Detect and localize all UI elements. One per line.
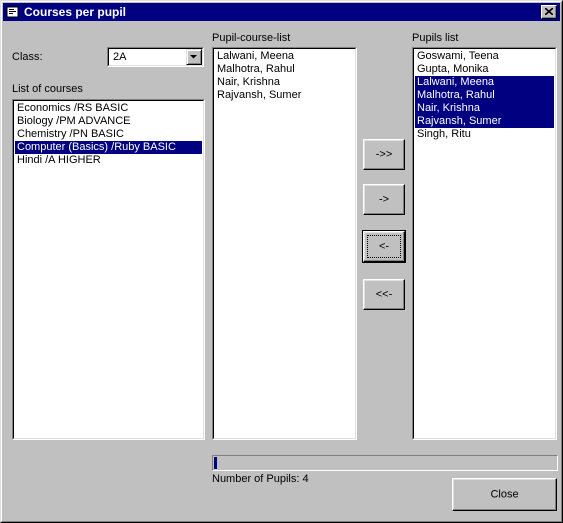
list-item[interactable]: Nair, Krishna <box>215 76 354 89</box>
close-button[interactable]: Close <box>452 478 557 511</box>
list-item[interactable]: Malhotra, Rahul <box>215 63 354 76</box>
courses-label: List of courses <box>12 83 83 95</box>
app-icon <box>6 5 20 19</box>
list-item[interactable]: Chemistry /PN BASIC <box>15 128 202 141</box>
close-icon <box>545 8 553 15</box>
dialog-window: Courses per pupil Class: 2A List of cour… <box>0 0 563 523</box>
pupil-course-list-label: Pupil-course-list <box>212 32 291 44</box>
add-one-label: -> <box>378 193 390 205</box>
list-item[interactable]: Computer (Basics) /Ruby BASIC <box>15 141 202 154</box>
remove-all-button[interactable]: <<- <box>363 279 405 310</box>
remove-all-label: <<- <box>375 288 393 300</box>
courses-list: Economics /RS BASIC Biology /PM ADVANCE Ch… <box>15 102 202 167</box>
courses-listbox[interactable]: Economics /RS BASIC Biology /PM ADVANCE Ch… <box>12 99 205 440</box>
class-label: Class: <box>12 51 43 63</box>
title-bar[interactable]: Courses per pupil <box>3 3 560 21</box>
remove-one-button[interactable]: <- <box>362 230 406 263</box>
close-window-button[interactable] <box>541 5 557 19</box>
list-item[interactable]: Singh, Ritu <box>415 128 554 141</box>
list-item[interactable]: Lalwani, Meena <box>215 50 354 63</box>
list-item[interactable]: Malhotra, Rahul <box>415 89 554 102</box>
list-item[interactable]: Goswami, Teena <box>415 50 554 63</box>
list-item[interactable]: Economics /RS BASIC <box>15 102 202 115</box>
pupils-listbox[interactable]: Goswami, Teena Gupta, Monika Lalwani, Meen… <box>412 47 557 440</box>
list-item[interactable]: Gupta, Monika <box>415 63 554 76</box>
pupils-list: Goswami, Teena Gupta, Monika Lalwani, Meen… <box>415 50 554 141</box>
pupil-course-list: Lalwani, Meena Malhotra, Rahul Nair, Krish… <box>215 50 354 102</box>
list-item[interactable]: Lalwani, Meena <box>415 76 554 89</box>
remove-one-label: <- <box>378 240 390 252</box>
class-combobox[interactable]: 2A <box>107 47 204 67</box>
add-one-button[interactable]: -> <box>363 184 405 215</box>
window-title: Courses per pupil <box>24 5 127 19</box>
list-item[interactable]: Hindi /A HIGHER <box>15 154 202 167</box>
close-button-label: Close <box>490 488 519 500</box>
list-item[interactable]: Nair, Krishna <box>415 102 554 115</box>
chevron-down-icon <box>190 55 197 59</box>
class-dropdown-button[interactable] <box>186 49 202 65</box>
list-item[interactable]: Biology /PM ADVANCE <box>15 115 202 128</box>
list-item[interactable]: Rajvansh, Sumer <box>215 89 354 102</box>
pupil-course-listbox[interactable]: Lalwani, Meena Malhotra, Rahul Nair, Krish… <box>212 47 357 440</box>
pupil-count-text: Number of Pupils: 4 <box>212 473 309 485</box>
list-item[interactable]: Rajvansh, Sumer <box>415 115 554 128</box>
add-all-button[interactable]: ->> <box>363 139 405 170</box>
pupils-list-label: Pupils list <box>412 32 459 44</box>
class-combobox-value: 2A <box>113 51 127 63</box>
add-all-label: ->> <box>375 148 393 160</box>
progress-bar <box>212 455 558 471</box>
progress-fill <box>214 457 217 469</box>
